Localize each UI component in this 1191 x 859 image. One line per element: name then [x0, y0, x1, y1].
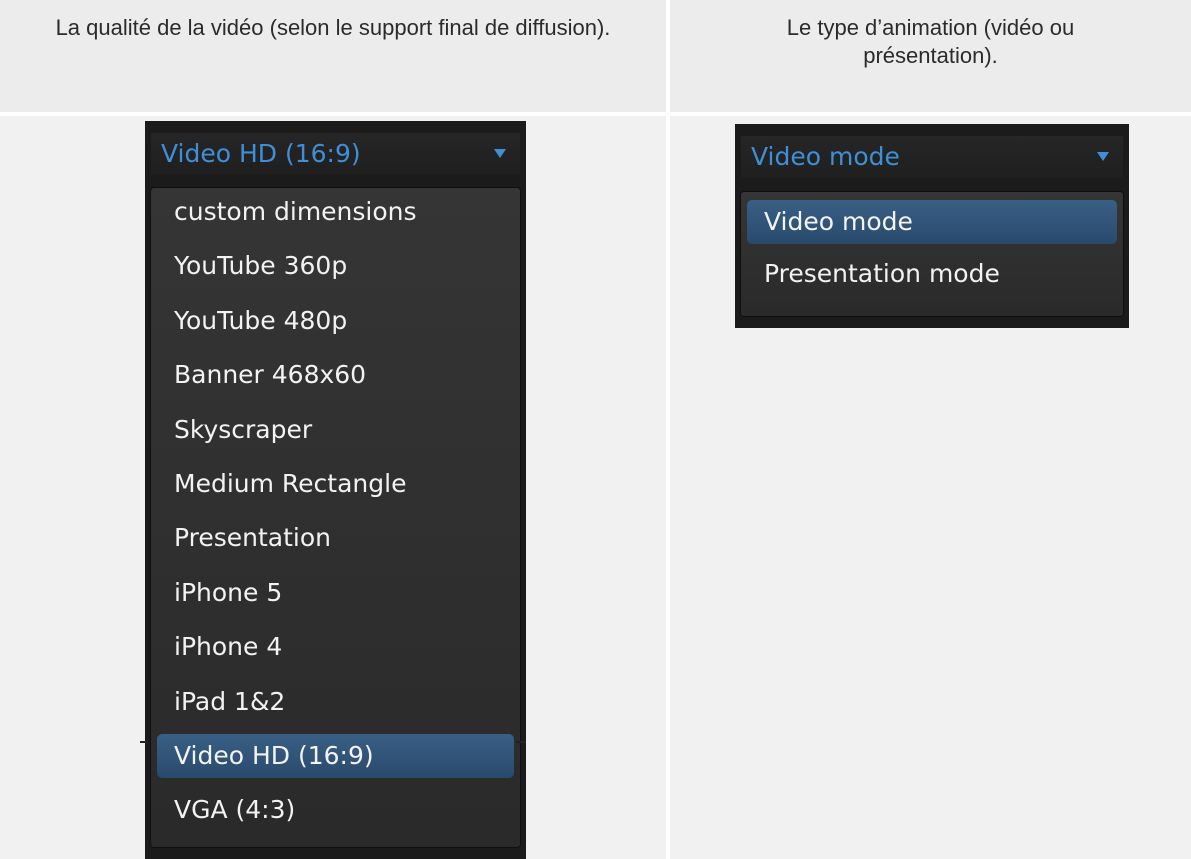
header-mode: Le type d’animation (vidéo ou présentati…: [670, 0, 1191, 112]
quality-option[interactable]: iPhone 4: [157, 625, 514, 669]
mode-options-list: Video mode Presentation mode: [741, 192, 1123, 316]
column-divider: [666, 0, 670, 859]
quality-option[interactable]: iPad 1&2: [157, 680, 514, 724]
quality-select[interactable]: Video HD (16:9): [151, 133, 520, 175]
mode-select-value: Video mode: [751, 142, 900, 171]
mode-option[interactable]: Video mode: [747, 200, 1117, 244]
quality-option[interactable]: YouTube 480p: [157, 299, 514, 343]
quality-option[interactable]: Banner 468x60: [157, 353, 514, 397]
quality-select-value: Video HD (16:9): [161, 139, 361, 168]
mode-option[interactable]: Presentation mode: [747, 252, 1117, 296]
comparison-table: La qualité de la vidéo (selon le support…: [0, 0, 1191, 859]
quality-option[interactable]: custom dimensions: [157, 190, 514, 234]
divider-mark: [140, 741, 148, 743]
header-quality: La qualité de la vidéo (selon le support…: [0, 0, 666, 112]
header-quality-text: La qualité de la vidéo (selon le support…: [55, 15, 611, 40]
mode-dropdown-panel: Video mode Video mode Presentation mode: [735, 124, 1129, 328]
divider-mark: [516, 741, 526, 743]
chevron-down-icon[interactable]: [494, 149, 506, 158]
quality-option[interactable]: iPhone 5: [157, 571, 514, 615]
header-mode-text: Le type d’animation (vidéo ou présentati…: [786, 15, 1075, 68]
chevron-down-icon[interactable]: [1097, 152, 1109, 161]
quality-option[interactable]: Video HD (16:9): [157, 734, 514, 778]
quality-option[interactable]: YouTube 360p: [157, 244, 514, 288]
quality-dropdown-panel: Video HD (16:9) custom dimensions YouTube…: [145, 121, 526, 859]
mode-select[interactable]: Video mode: [741, 136, 1123, 178]
quality-option[interactable]: Medium Rectangle: [157, 462, 514, 506]
quality-option[interactable]: Presentation: [157, 516, 514, 560]
quality-option[interactable]: VGA (4:3): [157, 788, 514, 832]
quality-options-list: custom dimensions YouTube 360p YouTube 480…: [151, 188, 520, 847]
row-divider: [0, 112, 1191, 116]
quality-option[interactable]: Skyscraper: [157, 408, 514, 452]
